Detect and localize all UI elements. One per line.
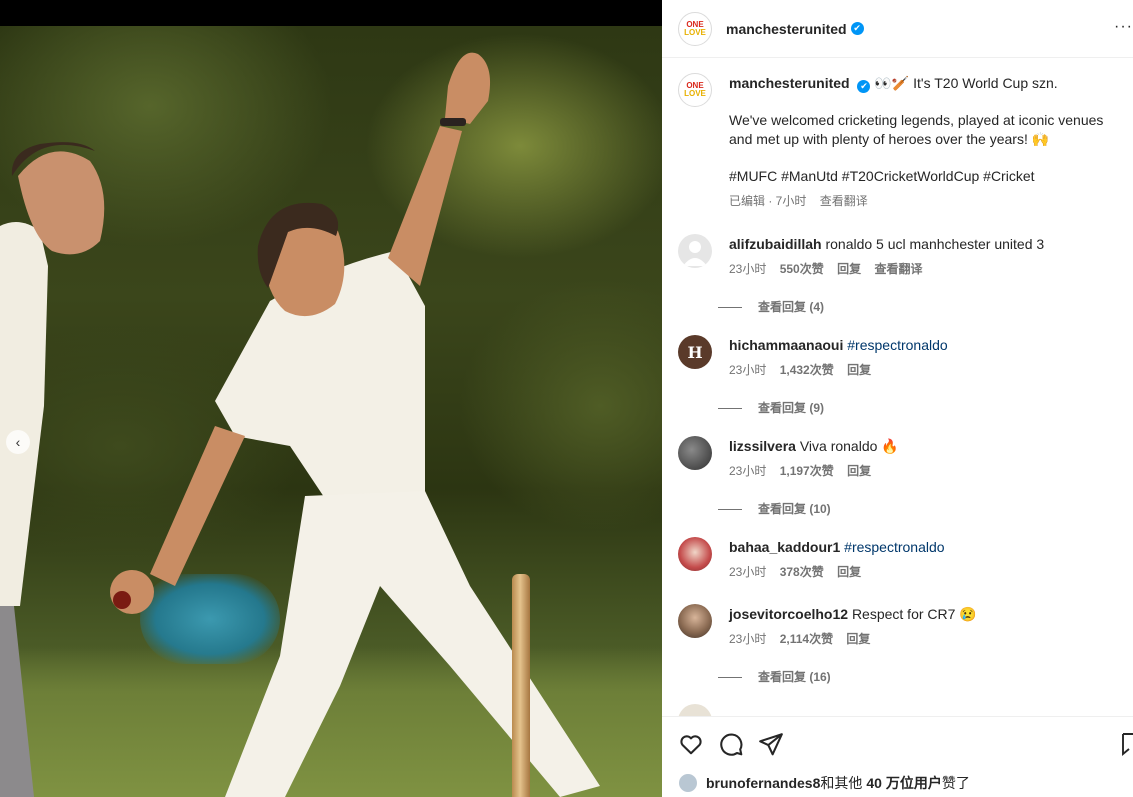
post-media: ‹ [0, 0, 662, 797]
photo-players [0, 52, 600, 797]
caption-emoji: 👀🏏 [874, 75, 910, 91]
comment-likes[interactable]: 550次赞 [780, 262, 824, 276]
reply-button[interactable]: 回复 [837, 565, 861, 579]
avatar-letter-icon: H [687, 342, 703, 362]
logo-text-bottom: LOVE [684, 27, 706, 37]
share-icon[interactable] [758, 731, 784, 757]
bookmark-icon[interactable] [1121, 731, 1133, 757]
avatar[interactable] [678, 604, 712, 638]
comment-text: Respect for CR7 😢 [851, 606, 977, 622]
comment-hashtag[interactable]: #respectronaldo [844, 539, 944, 555]
replies-line [718, 307, 742, 309]
avatar[interactable]: ONE LOVE [678, 11, 712, 46]
post-photo [0, 26, 662, 797]
comment-time: 23小时 [729, 632, 767, 646]
comment-author-link[interactable]: hichammaanaoui [729, 337, 843, 353]
comment-time: 23小时 [729, 565, 767, 579]
edited-time: 已编辑 · 7小时 [729, 194, 807, 208]
reply-button[interactable]: 回复 [837, 262, 861, 276]
action-bar: brunofernandes8 和其他 40 万位用户 赞了 [662, 716, 1133, 797]
verified-icon: ✔ [850, 22, 864, 35]
post-header: ONE LOVE manchesterunited ✔ ··· [662, 0, 1133, 58]
comments-list[interactable]: ONE LOVE manchesterunited ✔ 👀🏏 It's T20 … [662, 59, 1133, 716]
translate-link[interactable]: 查看翻译 [874, 262, 922, 276]
brand-logo: ONE LOVE [681, 14, 709, 43]
comment-time: 23小时 [729, 262, 767, 276]
replies-line [718, 509, 742, 511]
caption-headline: It's T20 World Cup szn. [913, 75, 1058, 91]
caption-hashtags[interactable]: #MUFC #ManUtd #T20CricketWorldCup #Crick… [729, 167, 1129, 186]
chevron-left-icon[interactable]: ‹ [6, 430, 30, 454]
avatar[interactable] [678, 704, 712, 716]
comment-hashtag[interactable]: #respectronaldo [847, 337, 947, 353]
caption-author-link[interactable]: manchesterunited [729, 75, 850, 91]
comment-author-link[interactable]: josevitorcoelho12 [729, 606, 848, 622]
replies-line [718, 677, 742, 679]
reply-button[interactable]: 回复 [847, 363, 871, 377]
replies-line [718, 408, 742, 410]
reply-button[interactable]: 回复 [847, 464, 871, 478]
avatar[interactable] [678, 234, 712, 268]
comment-author-link[interactable]: alifzubaidillah [729, 236, 822, 252]
likes-middle: 和其他 [820, 775, 863, 791]
view-replies-button[interactable]: 查看回复 (4) [718, 298, 824, 315]
view-replies-label: 查看回复 (10) [758, 502, 831, 516]
more-options-icon[interactable]: ··· [1114, 18, 1133, 36]
view-replies-label: 查看回复 (16) [758, 670, 831, 684]
brand-logo: ONE LOVE [681, 76, 709, 104]
likes-suffix: 赞了 [941, 775, 970, 791]
logo-text-bottom: LOVE [684, 89, 706, 98]
liker-name[interactable]: brunofernandes8 [706, 775, 820, 791]
comment-likes[interactable]: 2,114次赞 [780, 632, 833, 646]
view-replies-button[interactable]: 查看回复 (16) [718, 668, 831, 685]
comment-likes[interactable]: 378次赞 [780, 565, 824, 579]
reply-button[interactable]: 回复 [846, 632, 870, 646]
likes-count[interactable]: 40 万位用户 [866, 773, 941, 793]
avatar[interactable]: ONE LOVE [678, 73, 712, 107]
avatar[interactable] [678, 537, 712, 571]
cricket-stump [512, 574, 530, 797]
avatar [678, 773, 698, 793]
comment-author-link[interactable]: lizssilvera [729, 438, 796, 454]
post-panel: ONE LOVE manchesterunited ✔ ··· ONE LOVE… [662, 0, 1133, 797]
verified-icon: ✔ [857, 80, 871, 93]
comment-author-link[interactable]: bahaa_kaddour1 [729, 539, 840, 555]
view-replies-label: 查看回复 (4) [758, 300, 825, 314]
avatar[interactable] [678, 436, 712, 470]
caption-body: We've welcomed cricketing legends, playe… [729, 112, 1104, 147]
comment-text: ronaldo 5 ucl manhchester united 3 [825, 236, 1045, 252]
comment-likes[interactable]: 1,432次赞 [780, 363, 834, 377]
account-name-link[interactable]: manchesterunited [726, 21, 847, 37]
comment-icon[interactable] [718, 731, 744, 757]
likes-summary[interactable]: brunofernandes8 和其他 40 万位用户 赞了 [678, 773, 970, 793]
view-replies-button[interactable]: 查看回复 (10) [718, 500, 831, 517]
avatar[interactable]: H [678, 335, 712, 369]
comment-time: 23小时 [729, 363, 767, 377]
comment-text: Viva ronaldo 🔥 [799, 438, 899, 454]
view-replies-label: 查看回复 (9) [758, 401, 825, 415]
default-avatar-icon [683, 241, 707, 266]
view-replies-button[interactable]: 查看回复 (9) [718, 399, 824, 416]
translate-link[interactable]: 查看翻译 [820, 194, 868, 208]
comment-time: 23小时 [729, 464, 767, 478]
heart-icon[interactable] [678, 731, 704, 757]
comment-likes[interactable]: 1,197次赞 [780, 464, 834, 478]
